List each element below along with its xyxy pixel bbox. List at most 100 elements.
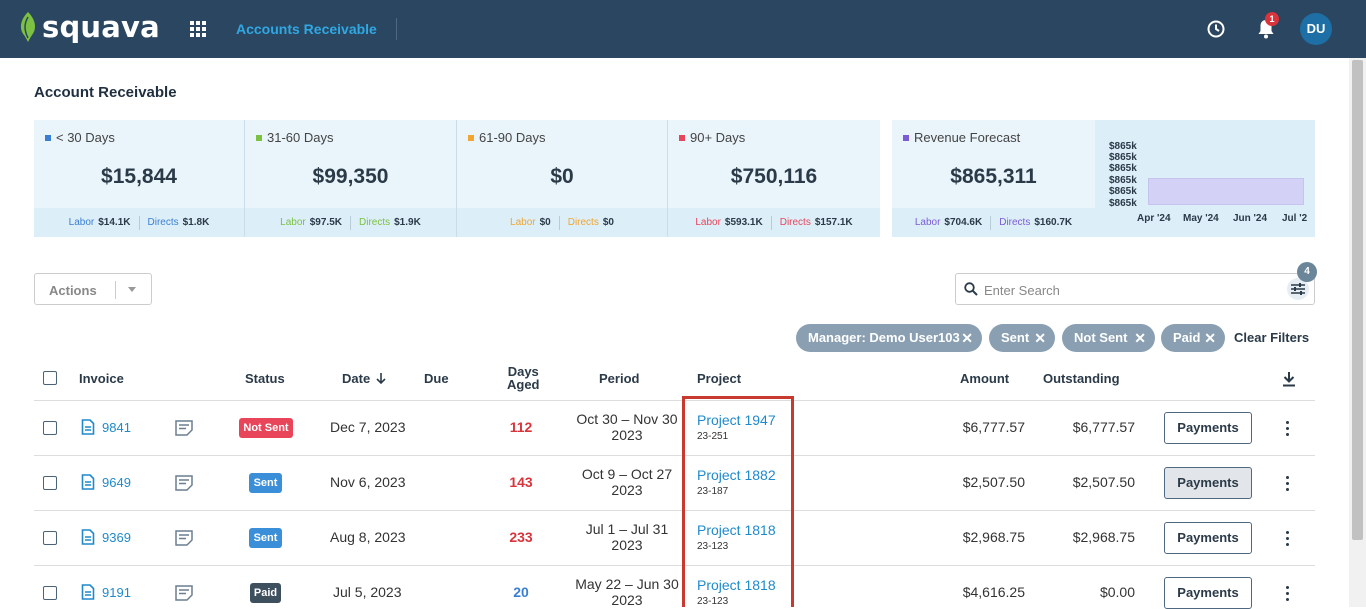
x-tick-label: Jun '24 [1233, 213, 1268, 224]
row-checkbox[interactable] [43, 476, 57, 490]
card-footer: Labor $97.5K Directs $1.9K [245, 208, 456, 237]
aging-card-over-90[interactable]: 90+ Days $750,116 Labor $593.1K Directs $1… [668, 120, 880, 237]
invoice-number-link[interactable]: 9649 [102, 475, 131, 490]
card-label: 61-90 Days [479, 130, 546, 145]
outstanding: $2,507.50 [1072, 474, 1135, 490]
days-aged: 112 [509, 419, 533, 435]
invoice-number-link[interactable]: 9369 [102, 530, 131, 545]
legend-square-icon [256, 134, 262, 141]
column-header-days-aged[interactable]: Days Aged [507, 365, 540, 391]
amount: $4,616.25 [962, 584, 1025, 600]
filter-chip-manager[interactable]: Manager: Demo User103 ✕ [796, 324, 982, 352]
actions-divider [115, 281, 116, 299]
period-range: Oct 9 – Oct 27 [581, 466, 673, 482]
note-icon[interactable] [175, 475, 193, 491]
footer-divider [138, 215, 140, 230]
amount: $2,507.50 [962, 474, 1025, 490]
more-options-icon[interactable] [1286, 421, 1290, 437]
more-options-icon[interactable] [1286, 476, 1290, 492]
document-icon[interactable] [81, 419, 95, 435]
aging-card-61-90[interactable]: 61-90 Days $0 Labor $0 Directs $0 [457, 120, 668, 237]
column-header-period[interactable]: Period [599, 371, 639, 386]
aging-card-31-60[interactable]: 31-60 Days $99,350 Labor $97.5K Directs $1… [245, 120, 457, 237]
row-checkbox[interactable] [43, 586, 57, 600]
invoice-number-link[interactable]: 9841 [102, 420, 131, 435]
search-input[interactable] [984, 280, 1274, 300]
row-checkbox[interactable] [43, 531, 57, 545]
card-amount: $865,311 [950, 165, 1037, 188]
page-title: Account Receivable [34, 84, 177, 101]
directs-label: Directs [999, 217, 1031, 228]
close-icon[interactable]: ✕ [1034, 324, 1046, 352]
note-icon[interactable] [175, 420, 193, 436]
invoice-number-link[interactable]: 9191 [102, 585, 131, 600]
actions-dropdown[interactable]: Actions [34, 273, 152, 305]
close-icon[interactable]: ✕ [1134, 324, 1146, 352]
close-icon[interactable]: ✕ [961, 324, 973, 352]
more-options-icon[interactable] [1286, 586, 1290, 602]
app-logo[interactable]: squava [18, 10, 160, 44]
column-header-project[interactable]: Project [697, 371, 741, 386]
note-icon[interactable] [175, 530, 193, 546]
app-title[interactable]: Accounts Receivable [236, 21, 377, 37]
column-header-invoice[interactable]: Invoice [79, 371, 124, 386]
top-bar: squava Accounts Receivable 1 DU [0, 0, 1366, 58]
clock-icon[interactable] [1207, 20, 1225, 38]
user-avatar[interactable]: DU [1300, 13, 1332, 45]
vertical-scrollbar[interactable] [1349, 58, 1366, 607]
column-header-amount[interactable]: Amount [960, 371, 1009, 386]
row-checkbox[interactable] [43, 421, 57, 435]
filter-chip-sent[interactable]: Sent ✕ [989, 324, 1055, 352]
card-amount: $15,844 [101, 165, 177, 188]
status-badge: Sent [249, 473, 282, 493]
payments-button[interactable]: Payments [1164, 577, 1252, 609]
legend-square-icon [468, 134, 474, 141]
invoice-period: Oct 9 – Oct 27 2023 [567, 466, 687, 498]
card-amount: $99,350 [312, 165, 389, 188]
directs-label: Directs [359, 217, 391, 228]
chip-label: Paid [1173, 330, 1201, 345]
document-icon[interactable] [81, 529, 95, 545]
footer-divider [990, 215, 992, 230]
outstanding: $2,968.75 [1072, 529, 1135, 545]
search-box [955, 273, 1315, 305]
column-header-date[interactable]: Date [342, 371, 370, 386]
filter-chip-paid[interactable]: Paid ✕ [1161, 324, 1225, 352]
apps-grid-icon[interactable] [190, 21, 206, 37]
note-icon[interactable] [175, 585, 193, 601]
payments-button[interactable]: Payments [1164, 412, 1252, 444]
days-aged: 20 [513, 584, 529, 600]
period-year: 2023 [611, 482, 643, 498]
select-all-checkbox[interactable] [43, 371, 57, 385]
row-divider [34, 455, 1315, 456]
close-icon[interactable]: ✕ [1204, 324, 1216, 352]
status-badge: Not Sent [239, 418, 293, 438]
scrollbar-thumb[interactable] [1352, 60, 1363, 540]
document-icon[interactable] [81, 584, 95, 600]
footer-divider [770, 215, 772, 230]
column-header-status[interactable]: Status [245, 371, 285, 386]
brand-name: squava [42, 10, 160, 44]
document-icon[interactable] [81, 474, 95, 490]
days-aged: 143 [509, 474, 533, 490]
leaf-logo-icon [20, 12, 36, 42]
revenue-forecast-card[interactable]: Revenue Forecast $865,311 Labor $704.6K D… [892, 120, 1095, 237]
labor-label: Labor [914, 217, 941, 228]
column-header-due[interactable]: Due [424, 371, 449, 386]
directs-value: $1.8K [182, 217, 210, 228]
payments-button[interactable]: Payments [1164, 467, 1252, 499]
payments-button[interactable]: Payments [1164, 522, 1252, 554]
directs-label: Directs [779, 217, 811, 228]
column-header-outstanding[interactable]: Outstanding [1043, 371, 1120, 386]
header-aged-line: Aged [507, 377, 540, 392]
chip-label: Manager: Demo User103 [808, 330, 960, 345]
period-year: 2023 [611, 537, 643, 553]
forecast-bar [1148, 178, 1304, 205]
directs-label: Directs [567, 217, 599, 228]
y-tick-label: $865k [1109, 175, 1137, 186]
filter-chip-not-sent[interactable]: Not Sent ✕ [1062, 324, 1155, 352]
aging-card-under-30[interactable]: < 30 Days $15,844 Labor $14.1K Directs $1.… [34, 120, 245, 237]
clear-filters-link[interactable]: Clear Filters [1234, 330, 1309, 345]
more-options-icon[interactable] [1286, 531, 1290, 547]
download-icon[interactable] [1282, 371, 1296, 387]
